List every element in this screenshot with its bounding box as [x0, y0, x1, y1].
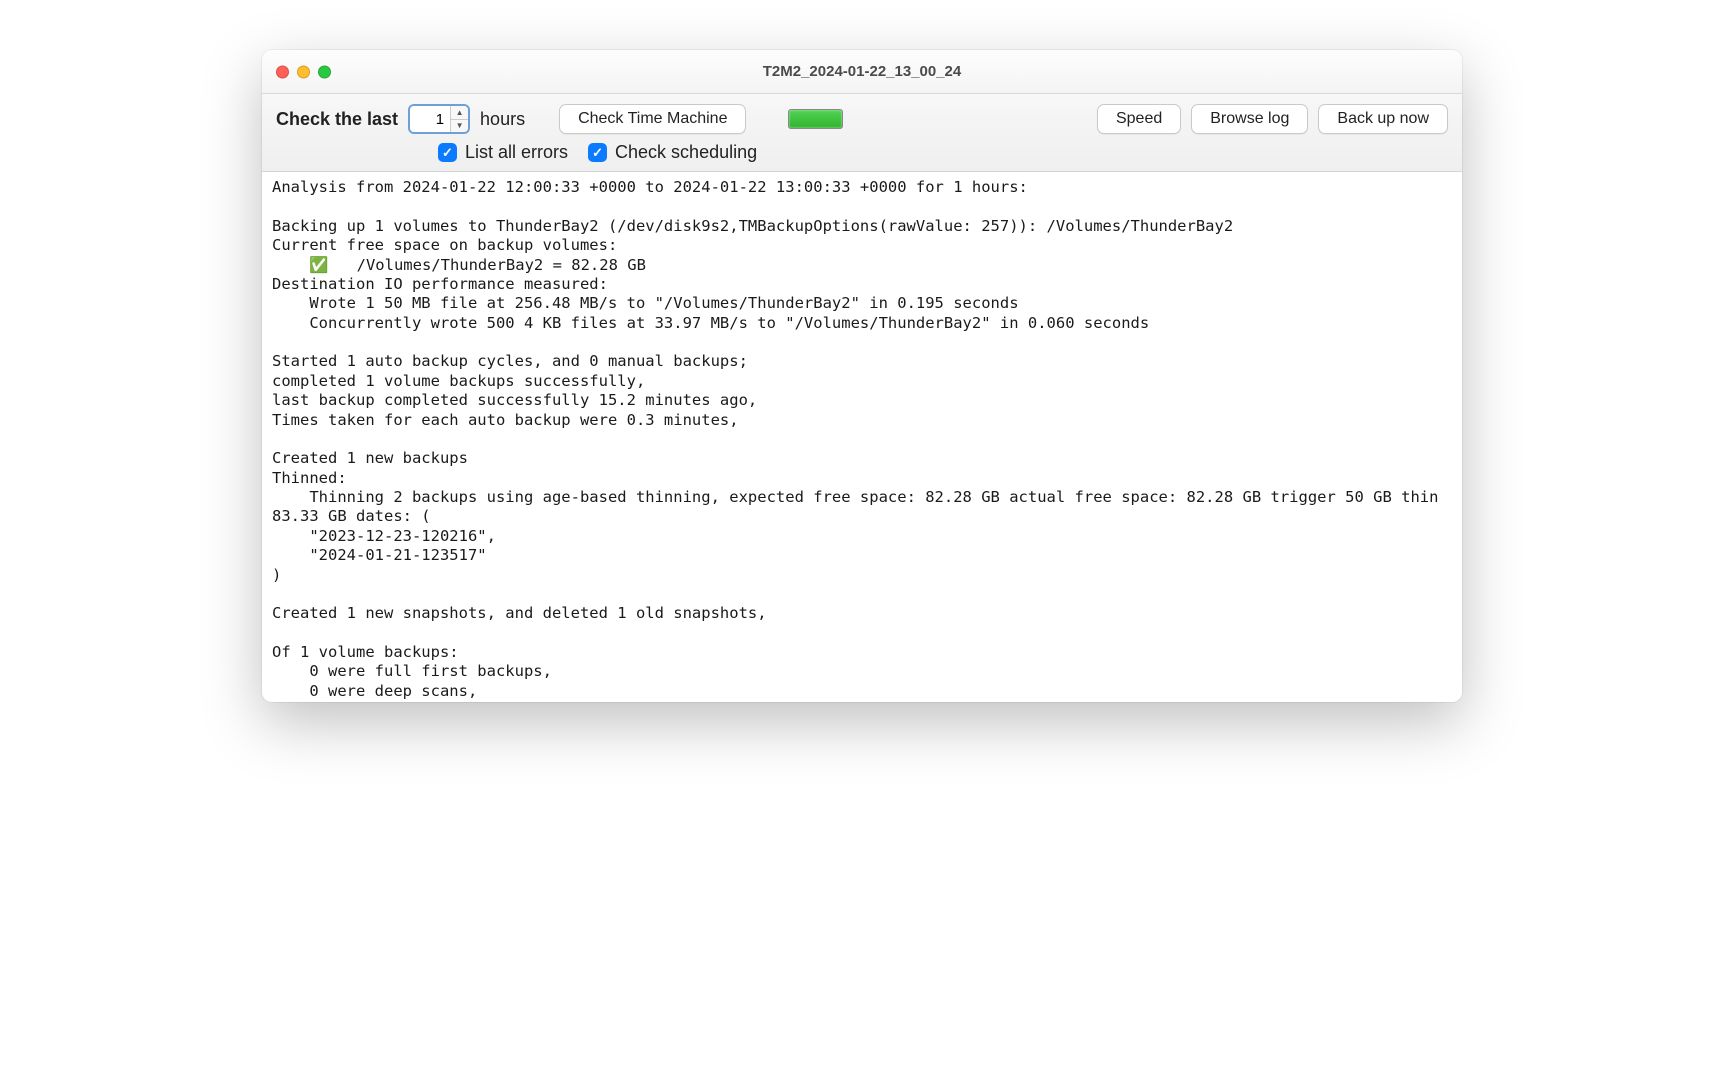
hours-stepper[interactable]: ▲ ▼ — [408, 104, 470, 134]
window-title: T2M2_2024-01-22_13_00_24 — [262, 63, 1462, 80]
stepper-arrows: ▲ ▼ — [450, 106, 468, 132]
speed-button[interactable]: Speed — [1097, 104, 1181, 134]
log-output[interactable]: Analysis from 2024-01-22 12:00:33 +0000 … — [262, 172, 1462, 702]
titlebar: T2M2_2024-01-22_13_00_24 — [262, 50, 1462, 94]
check-scheduling-checkbox[interactable]: ✓ Check scheduling — [588, 142, 757, 163]
checkmark-icon: ✓ — [588, 143, 607, 162]
toolbar-row-options: ✓ List all errors ✓ Check scheduling — [438, 142, 1448, 163]
hours-input[interactable] — [410, 106, 450, 132]
toolbar-row-main: Check the last ▲ ▼ hours Check Time Mach… — [276, 104, 1448, 134]
checkmark-icon: ✓ — [438, 143, 457, 162]
toolbar: Check the last ▲ ▼ hours Check Time Mach… — [262, 94, 1462, 172]
check-time-machine-button[interactable]: Check Time Machine — [559, 104, 746, 134]
list-errors-label: List all errors — [465, 142, 568, 163]
stepper-up-icon[interactable]: ▲ — [451, 106, 468, 120]
close-icon[interactable] — [276, 65, 289, 78]
list-errors-checkbox[interactable]: ✓ List all errors — [438, 142, 568, 163]
stepper-down-icon[interactable]: ▼ — [451, 120, 468, 133]
app-window: T2M2_2024-01-22_13_00_24 Check the last … — [262, 50, 1462, 702]
minimize-icon[interactable] — [297, 65, 310, 78]
zoom-icon[interactable] — [318, 65, 331, 78]
hours-unit-label: hours — [480, 109, 525, 130]
backup-now-button[interactable]: Back up now — [1318, 104, 1448, 134]
status-indicator — [788, 109, 843, 129]
traffic-lights — [276, 65, 331, 78]
check-scheduling-label: Check scheduling — [615, 142, 757, 163]
browse-log-button[interactable]: Browse log — [1191, 104, 1308, 134]
check-last-label: Check the last — [276, 109, 398, 130]
